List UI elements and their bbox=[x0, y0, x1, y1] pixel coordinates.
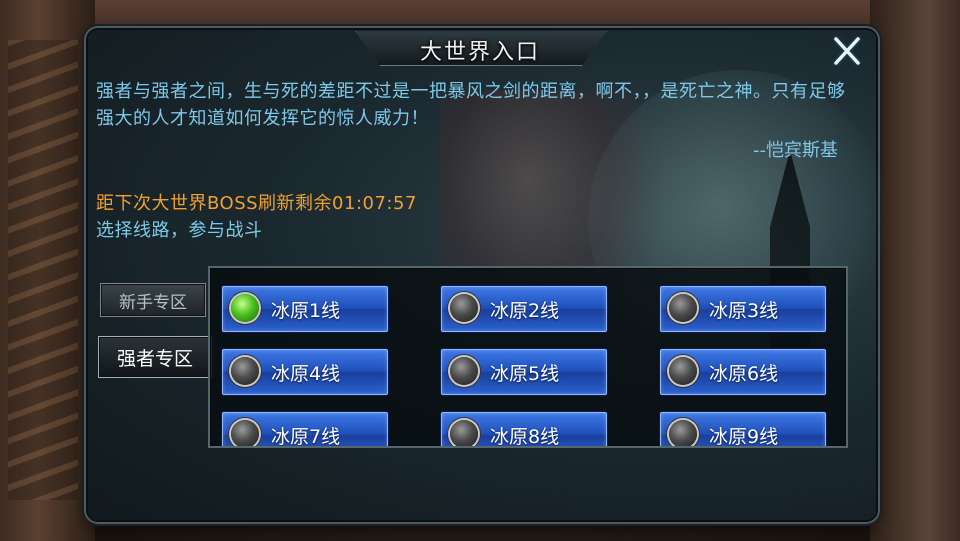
line-label: 冰原5线 bbox=[490, 363, 560, 385]
dialog-title: 大世界入口 bbox=[419, 40, 540, 65]
line-label: 冰原6线 bbox=[709, 363, 779, 385]
close-button[interactable] bbox=[830, 35, 864, 67]
line-button-1[interactable]: 冰原1线 bbox=[222, 286, 388, 332]
status-gray-icon bbox=[669, 294, 697, 322]
line-label: 冰原2线 bbox=[490, 300, 560, 322]
status-gray-icon bbox=[450, 357, 478, 385]
quote-text: 强者与强者之间，生与死的差距不过是一把暴风之剑的距离，啊不，，是死亡之神。只有足… bbox=[96, 81, 846, 129]
line-button-3[interactable]: 冰原3线 bbox=[660, 286, 826, 332]
instruction-text: 选择线路，参与战斗 bbox=[96, 220, 263, 241]
background-left bbox=[0, 0, 95, 541]
line-button-4[interactable]: 冰原4线 bbox=[222, 349, 388, 395]
line-label: 冰原1线 bbox=[271, 300, 341, 322]
status-gray-icon bbox=[669, 357, 697, 385]
line-button-8[interactable]: 冰原8线 bbox=[441, 412, 607, 448]
line-button-6[interactable]: 冰原6线 bbox=[660, 349, 826, 395]
line-button-9[interactable]: 冰原9线 bbox=[660, 412, 826, 448]
status-gray-icon bbox=[231, 420, 259, 446]
tab-expert-zone[interactable]: 强者专区 bbox=[98, 336, 212, 378]
line-button-5[interactable]: 冰原5线 bbox=[441, 349, 607, 395]
status-gray-icon bbox=[669, 420, 697, 446]
background-right bbox=[870, 0, 960, 541]
line-label: 冰原7线 bbox=[271, 426, 341, 448]
line-button-2[interactable]: 冰原2线 bbox=[441, 286, 607, 332]
tab-label: 新手专区 bbox=[119, 292, 187, 313]
status-gray-icon bbox=[231, 357, 259, 385]
line-label: 冰原8线 bbox=[490, 426, 560, 448]
boss-countdown: 距下次大世界BOSS刷新剩余01:07:57 bbox=[96, 193, 417, 214]
quote-author: --恺宾斯基 bbox=[753, 140, 838, 161]
close-icon bbox=[832, 35, 862, 67]
line-label: 冰原4线 bbox=[271, 363, 341, 385]
line-button-7[interactable]: 冰原7线 bbox=[222, 412, 388, 448]
tab-novice-zone[interactable]: 新手专区 bbox=[100, 283, 206, 317]
status-gray-icon bbox=[450, 420, 478, 446]
line-label: 冰原9线 bbox=[709, 426, 779, 448]
status-gray-icon bbox=[450, 294, 478, 322]
status-green-icon bbox=[231, 294, 259, 322]
tab-label: 强者专区 bbox=[116, 347, 193, 370]
server-line-list[interactable]: 冰原1线 冰原2线 冰原3线 冰原4线 冰原5线 冰原6线 冰原7线 冰原8线 … bbox=[208, 266, 848, 448]
line-label: 冰原3线 bbox=[709, 300, 779, 322]
